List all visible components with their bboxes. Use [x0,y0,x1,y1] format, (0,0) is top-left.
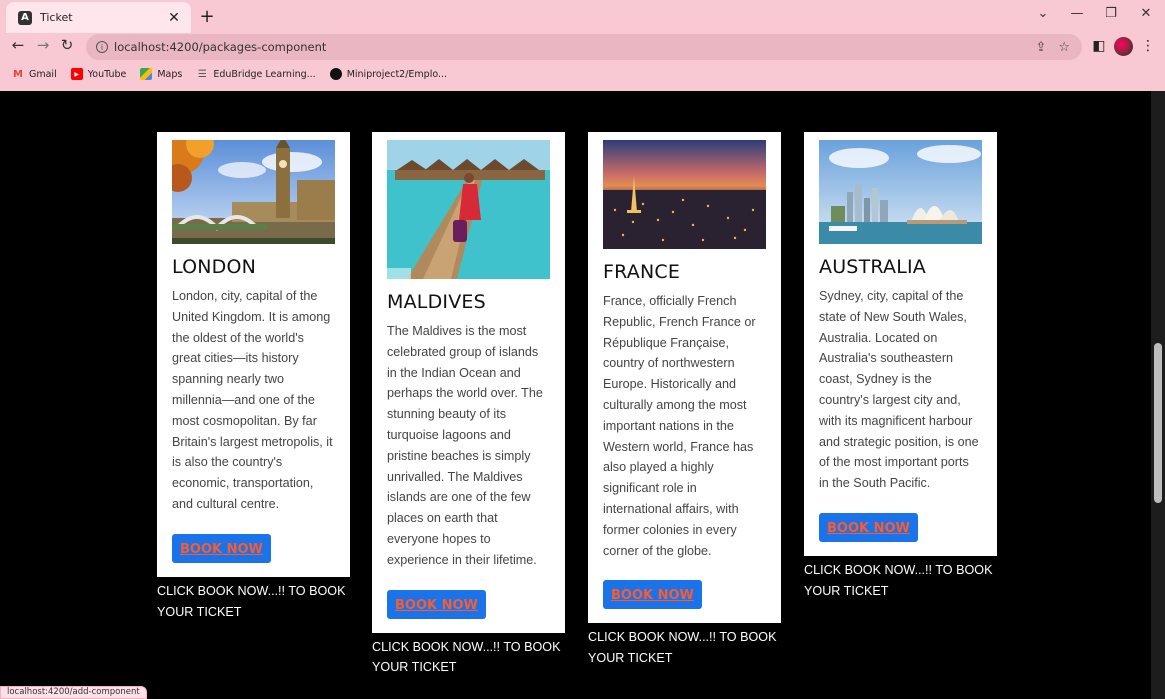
bookmark-label: Gmail [29,68,57,80]
bookmark-youtube[interactable]: ▶ YouTube [70,68,127,80]
bookmark-label: Maps [157,68,183,80]
booking-note: CLICK BOOK NOW...!! TO BOOK YOUR TICKET [588,630,777,666]
card-description: London, city, capital of the United King… [172,289,333,511]
bookmark-label: EduBridge Learning... [213,68,316,80]
package-card-maldives: MALDIVES The Maldives is the most celebr… [372,132,565,678]
gmail-icon: M [13,68,23,80]
page-scrollbar[interactable] [1151,91,1165,699]
australia-image [819,140,982,244]
side-panel-icon[interactable]: ◧ [1090,38,1108,54]
booking-note: CLICK BOOK NOW...!! TO BOOK YOUR TICKET [157,583,346,619]
bookmarks-bar: M Gmail ▶ YouTube Maps ☰ EduBridge Learn… [0,63,1165,85]
bookmark-label: Miniproject2/Emplo... [346,68,448,80]
angular-icon: A [18,10,32,25]
reload-icon[interactable]: ↻ [57,36,77,54]
tab-title: Ticket [40,11,73,24]
maldives-image [387,140,550,279]
card-body: LONDON London, city, capital of the Unit… [157,132,350,577]
card-description: Sydney, city, capital of the state of Ne… [819,289,979,491]
book-now-button[interactable]: BOOK NOW [172,533,271,563]
booking-note: CLICK BOOK NOW...!! TO BOOK YOUR TICKET [372,639,561,675]
book-now-button[interactable]: BOOK NOW [387,589,486,619]
info-icon[interactable]: i [96,41,108,53]
youtube-icon: ▶ [70,68,83,80]
plus-icon[interactable]: + [198,6,216,27]
forward-arrow-icon[interactable]: → [33,36,53,54]
tab-bar: A Ticket ✕ + ⌄ — ❐ ✕ [0,0,1165,33]
bookmark-label: YouTube [87,68,127,80]
tab-ticket[interactable]: A Ticket ✕ [6,2,191,33]
bookmark-maps[interactable]: Maps [140,68,182,80]
menu-dots-icon[interactable]: ⋮ [1139,38,1157,54]
window-close-icon[interactable]: ✕ [1136,6,1156,21]
address-bar[interactable]: i localhost:4200/packages-component ⇪ ☆ [86,34,1082,60]
edubridge-icon: ☰ [197,68,207,80]
package-card-france: FRANCE France, officially French Republi… [588,132,781,669]
share-icon[interactable]: ⇪ [1035,40,1046,55]
book-now-button[interactable]: BOOK NOW [603,580,702,610]
chevron-down-icon[interactable]: ⌄ [1033,6,1053,21]
card-body: MALDIVES The Maldives is the most celebr… [372,132,565,633]
url-text[interactable]: localhost:4200/packages-component [114,40,1035,54]
toolbar: ← → ↻ i localhost:4200/packages-componen… [0,33,1165,61]
bookmark-edubridge[interactable]: ☰ EduBridge Learning... [196,68,316,80]
card-title: FRANCE [603,261,681,283]
github-icon [329,68,342,80]
minimize-icon[interactable]: — [1067,6,1087,21]
card-body: AUSTRALIA Sydney, city, capital of the s… [804,132,997,556]
booking-note: CLICK BOOK NOW...!! TO BOOK YOUR TICKET [804,562,993,598]
card-title: AUSTRALIA [819,256,926,278]
package-card-london: LONDON London, city, capital of the Unit… [157,132,350,622]
card-title: MALDIVES [387,291,486,313]
star-icon[interactable]: ☆ [1058,40,1070,55]
restore-icon[interactable]: ❐ [1101,6,1121,21]
close-icon[interactable]: ✕ [165,10,183,26]
back-arrow-icon[interactable]: ← [8,36,28,54]
card-body: FRANCE France, officially French Republi… [588,132,781,624]
card-description: France, officially French Republic, Fren… [603,294,756,558]
link-preview-status: localhost:4200/add-component [0,686,147,699]
card-description: The Maldives is the most celebrated grou… [387,324,543,567]
avatar[interactable] [1114,37,1133,56]
maps-icon [140,68,153,80]
france-image [603,140,766,249]
bookmark-gmail[interactable]: M Gmail [12,68,57,80]
book-now-button[interactable]: BOOK NOW [819,512,918,542]
scrollbar-thumb[interactable] [1154,343,1162,503]
card-title: LONDON [172,256,257,278]
bookmark-github[interactable]: Miniproject2/Emplo... [329,68,448,80]
london-image [172,140,335,244]
browser-chrome: A Ticket ✕ + ⌄ — ❐ ✕ ← → ↻ i localhost:4… [0,0,1165,91]
package-card-australia: AUSTRALIA Sydney, city, capital of the s… [804,132,997,602]
